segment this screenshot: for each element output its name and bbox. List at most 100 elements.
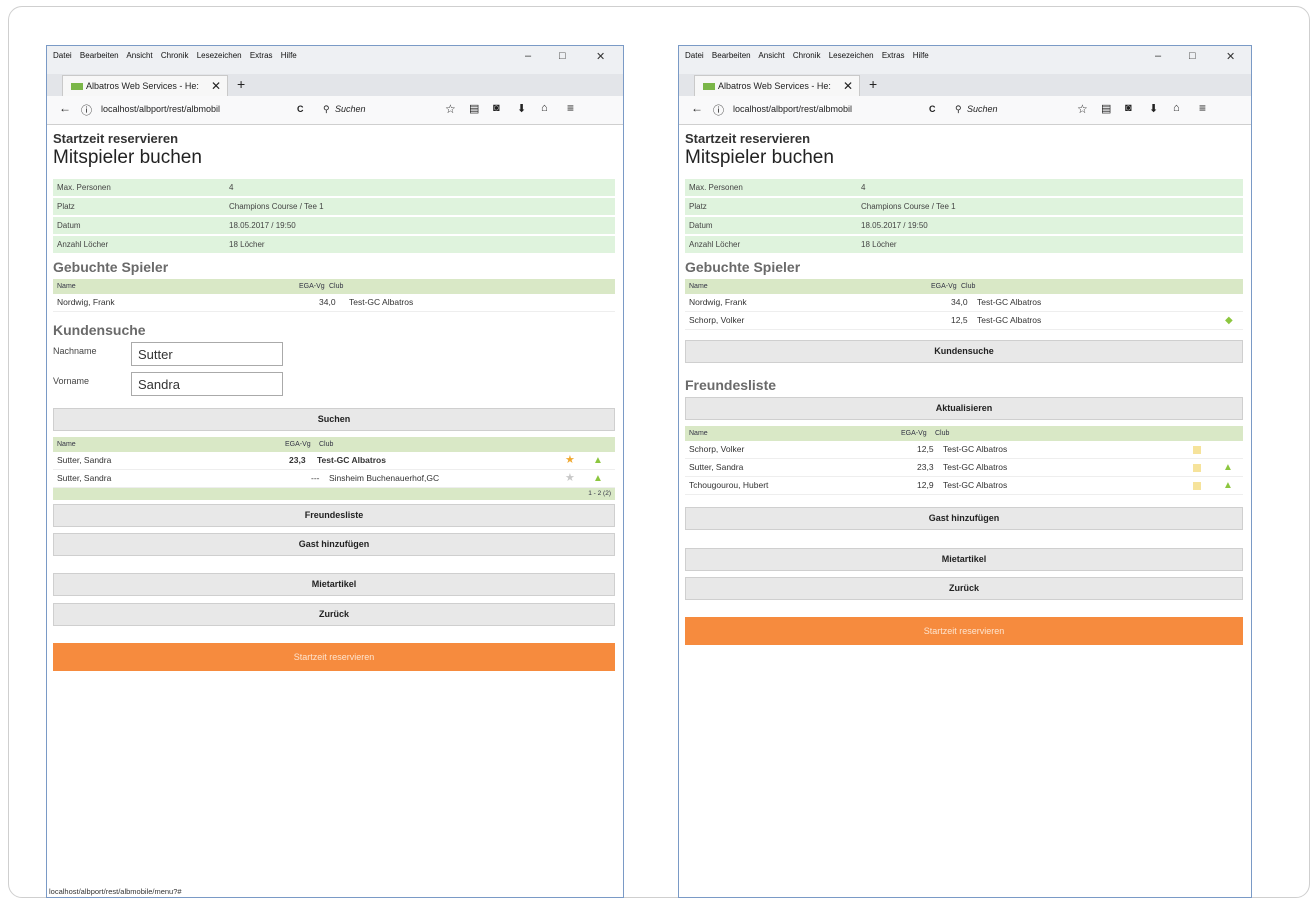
friend-name: Sutter, Sandra — [689, 462, 744, 472]
firstname-input[interactable]: Sandra — [131, 372, 283, 396]
page-content: Startzeit reservieren Mitspieler buchen … — [679, 131, 1251, 645]
favicon-icon — [71, 83, 83, 91]
new-tab-button[interactable]: + — [869, 76, 877, 92]
friend-ega: 12,5 — [917, 444, 934, 454]
menu-hilfe[interactable]: Hilfe — [281, 51, 297, 60]
maximize-button[interactable]: □ — [1189, 50, 1196, 62]
menu-datei[interactable]: Datei — [53, 51, 72, 60]
menu-lesezeichen[interactable]: Lesezeichen — [829, 51, 874, 60]
favorite-star-icon[interactable]: ★ — [565, 470, 575, 487]
booked-players-heading: Gebuchte Spieler — [53, 259, 169, 275]
menu-bearbeiten[interactable]: Bearbeiten — [80, 51, 119, 60]
new-tab-button[interactable]: + — [237, 76, 245, 92]
back-button[interactable]: ← — [59, 101, 71, 115]
remove-friend-icon[interactable] — [1193, 446, 1201, 454]
reload-button[interactable]: C — [929, 104, 936, 114]
browser-tab[interactable]: Albatros Web Services - He: ✕ — [694, 75, 860, 96]
close-window-button[interactable]: ✕ — [596, 50, 605, 63]
add-player-icon[interactable]: ▲ — [593, 452, 603, 469]
search-input[interactable]: Suchen — [335, 104, 366, 114]
menu-datei[interactable]: Datei — [685, 51, 704, 60]
menu-extras[interactable]: Extras — [250, 51, 273, 60]
friends-list-button[interactable]: Freundesliste — [53, 504, 615, 527]
col-club: Club — [319, 441, 334, 448]
info-row: Max. Personen 4 — [685, 179, 1243, 196]
refresh-button[interactable]: Aktualisieren — [685, 397, 1243, 420]
menu-icon[interactable]: ≡ — [1199, 101, 1206, 115]
info-row: Anzahl Löcher 18 Löcher — [685, 236, 1243, 253]
search-input[interactable]: Suchen — [967, 104, 998, 114]
menu-ansicht[interactable]: Ansicht — [126, 51, 152, 60]
home-icon[interactable]: ⌂ — [541, 102, 548, 114]
add-player-icon[interactable]: ▲ — [1223, 459, 1233, 476]
back-button[interactable]: ← — [691, 101, 703, 115]
nav-bar: ← ⓘ localhost/albport/rest/albmobil C ⚲ … — [47, 96, 623, 125]
menu-bearbeiten[interactable]: Bearbeiten — [712, 51, 751, 60]
reserve-tee-time-button[interactable]: Startzeit reservieren — [53, 643, 615, 671]
pocket-icon[interactable]: ◙ — [493, 102, 500, 114]
close-tab-icon[interactable]: ✕ — [843, 76, 853, 97]
table-row: Schorp, Volker 12,5 Test-GC Albatros ◆ — [685, 312, 1243, 330]
reading-list-icon[interactable]: ▤ — [1101, 102, 1111, 115]
close-tab-icon[interactable]: ✕ — [211, 76, 221, 97]
info-key: Anzahl Löcher — [689, 240, 741, 249]
remove-friend-icon[interactable] — [1193, 482, 1201, 490]
menu-lesezeichen[interactable]: Lesezeichen — [197, 51, 242, 60]
add-guest-button[interactable]: Gast hinzufügen — [53, 533, 615, 556]
download-icon[interactable]: ⬇ — [1149, 102, 1158, 115]
back-page-button[interactable]: Zurück — [685, 577, 1243, 600]
back-page-button[interactable]: Zurück — [53, 603, 615, 626]
rental-items-button[interactable]: Mietartikel — [685, 548, 1243, 571]
reading-list-icon[interactable]: ▤ — [469, 102, 479, 115]
maximize-button[interactable]: □ — [559, 50, 566, 62]
player-action-icon[interactable]: ◆ — [1225, 312, 1233, 329]
star-icon[interactable]: ☆ — [445, 102, 456, 116]
page-subtitle: Startzeit reservieren — [53, 131, 179, 146]
download-icon[interactable]: ⬇ — [517, 102, 526, 115]
info-icon[interactable]: ⓘ — [713, 102, 724, 118]
menu-chronik[interactable]: Chronik — [793, 51, 821, 60]
url-bar[interactable]: localhost/albport/rest/albmobil — [733, 104, 852, 114]
info-row: Platz Champions Course / Tee 1 — [685, 198, 1243, 215]
rental-items-button[interactable]: Mietartikel — [53, 573, 615, 596]
menu-chronik[interactable]: Chronik — [161, 51, 189, 60]
player-ega: 12,5 — [951, 315, 968, 325]
pocket-icon[interactable]: ◙ — [1125, 102, 1132, 114]
page-title: Mitspieler buchen — [53, 147, 202, 168]
friend-ega: 12,9 — [917, 480, 934, 490]
menu-hilfe[interactable]: Hilfe — [913, 51, 929, 60]
search-button[interactable]: Suchen — [53, 408, 615, 431]
star-icon[interactable]: ☆ — [1077, 102, 1088, 116]
minimize-button[interactable]: – — [1155, 50, 1161, 62]
customer-search-button[interactable]: Kundensuche — [685, 340, 1243, 363]
info-value: 18 Löcher — [229, 240, 265, 249]
menu-ansicht[interactable]: Ansicht — [758, 51, 784, 60]
player-ega: 34,0 — [951, 297, 968, 307]
info-key: Platz — [689, 202, 707, 211]
menu-extras[interactable]: Extras — [882, 51, 905, 60]
home-icon[interactable]: ⌂ — [1173, 102, 1180, 114]
info-icon[interactable]: ⓘ — [81, 102, 92, 118]
reserve-tee-time-button[interactable]: Startzeit reservieren — [685, 617, 1243, 645]
lastname-input[interactable]: Sutter — [131, 342, 283, 366]
menu-bar: Datei Bearbeiten Ansicht Chronik Lesezei… — [47, 46, 623, 74]
menu-icon[interactable]: ≡ — [567, 101, 574, 115]
col-club: Club — [935, 430, 950, 437]
minimize-button[interactable]: – — [525, 50, 531, 62]
url-bar[interactable]: localhost/albport/rest/albmobil — [101, 104, 220, 114]
browser-tab[interactable]: Albatros Web Services - He: ✕ — [62, 75, 228, 96]
info-key: Datum — [57, 221, 81, 230]
close-window-button[interactable]: ✕ — [1226, 50, 1235, 63]
result-name: Sutter, Sandra — [57, 455, 112, 465]
tab-title: Albatros Web Services - He: — [718, 81, 831, 91]
info-table: Max. Personen 4 Platz Champions Course / T… — [685, 179, 1243, 253]
friend-name: Tchougourou, Hubert — [689, 480, 769, 490]
status-bar-url: localhost/albport/rest/albmobile/menu?# — [47, 886, 184, 897]
add-player-icon[interactable]: ▲ — [1223, 477, 1233, 494]
pager-bar: 1 - 2 (2) — [53, 488, 615, 500]
reload-button[interactable]: C — [297, 104, 304, 114]
favorite-star-icon[interactable]: ★ — [565, 452, 575, 469]
add-guest-button[interactable]: Gast hinzufügen — [685, 507, 1243, 530]
add-player-icon[interactable]: ▲ — [593, 470, 603, 487]
remove-friend-icon[interactable] — [1193, 464, 1201, 472]
